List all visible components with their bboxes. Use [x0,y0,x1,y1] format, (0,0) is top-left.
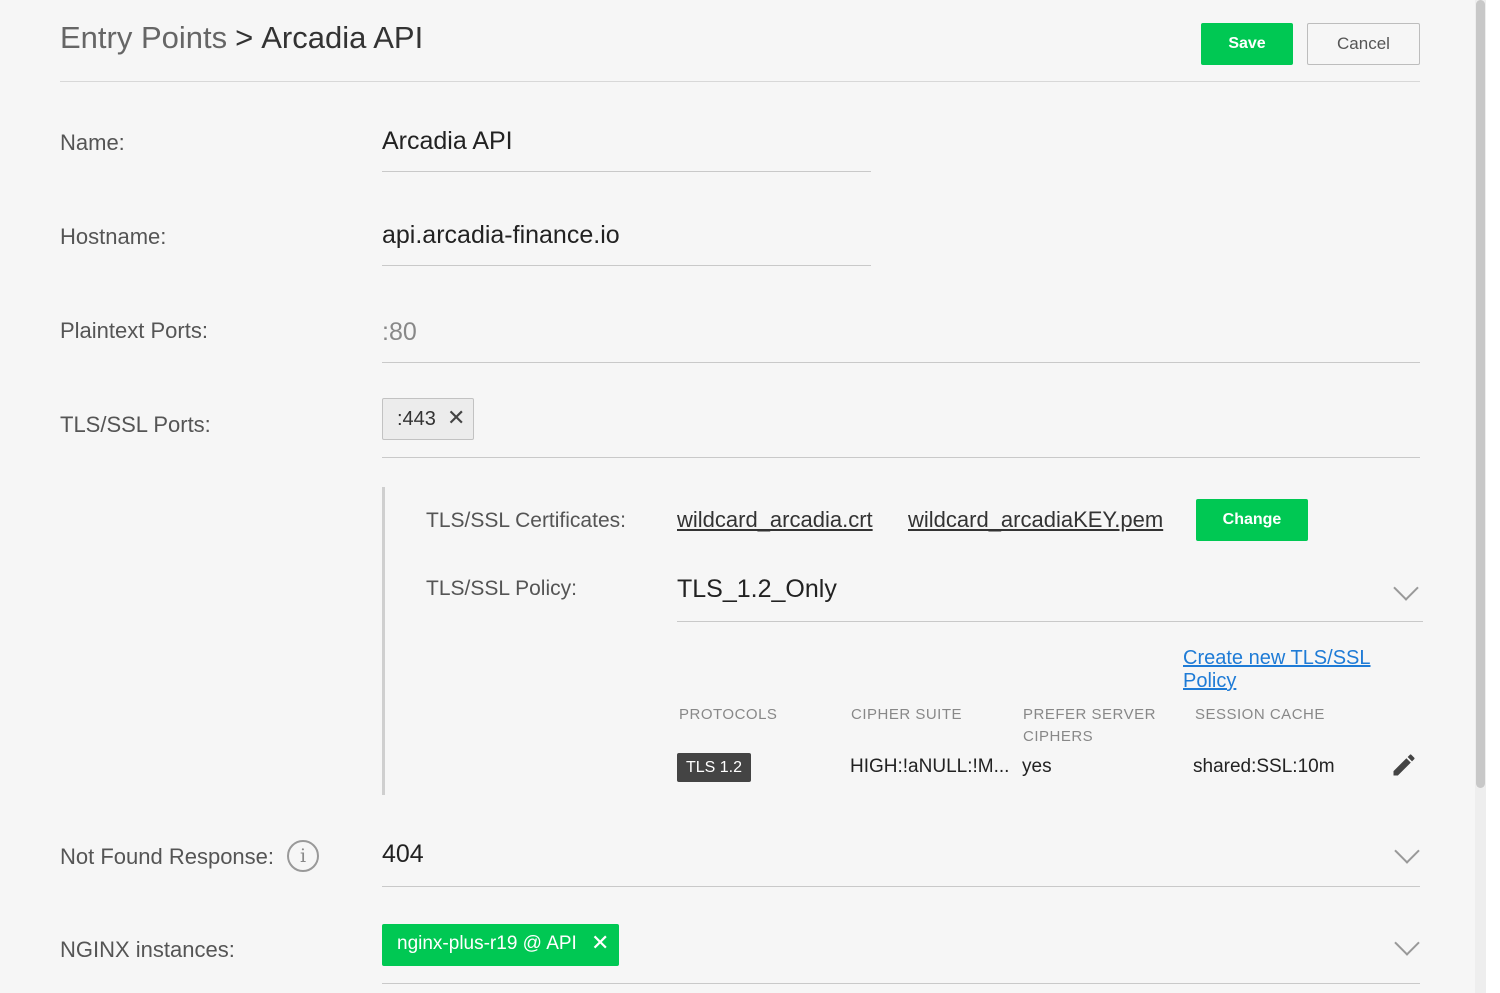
chevron-down-icon[interactable] [1393,575,1419,601]
prefer-server-ciphers-value: yes [1022,756,1052,777]
tls-certificates-label: TLS/SSL Certificates: [426,509,626,532]
column-header-prefer-server-ciphers: PREFER SERVER CIPHERS [1023,706,1156,745]
port-chip-label: :443 [397,408,436,430]
tls-policy-value[interactable]: TLS_1.2_Only [677,575,837,604]
breadcrumb-separator: > [235,20,254,55]
protocol-badge: TLS 1.2 [677,753,751,782]
tls-policy-select[interactable]: TLS_1.2_Only [677,569,1423,622]
nginx-instance-label: nginx-plus-r19 @ API [397,933,577,954]
not-found-response-label: Not Found Response: [60,844,275,869]
close-icon[interactable]: ✕ [447,405,465,431]
column-header-protocols: PROTOCOLS [679,706,778,723]
scrollbar[interactable] [1475,0,1486,993]
tls-settings-panel: TLS/SSL Certificates: wildcard_arcadia.c… [382,487,1423,795]
cancel-button[interactable]: Cancel [1307,23,1420,65]
pencil-icon[interactable] [1390,751,1418,779]
nginx-instance-chip: nginx-plus-r19 @ API ✕ [382,924,619,966]
nginx-instances-label: NGINX instances: [60,937,235,962]
chevron-down-icon[interactable] [1394,838,1420,864]
key-file-link[interactable]: wildcard_arcadiaKEY.pem [908,507,1163,533]
plaintext-ports-placeholder[interactable]: :80 [382,318,417,347]
cipher-suite-value: HIGH:!aNULL:!M... [850,756,1010,777]
name-field[interactable]: Arcadia API [382,118,871,172]
hostname-label: Hostname: [60,224,167,249]
column-header-cipher-suite: CIPHER SUITE [851,706,963,723]
create-tls-policy-link[interactable]: Create new TLS/SSL Policy [1183,647,1420,693]
tls-ports-label: TLS/SSL Ports: [60,412,211,437]
hostname-field[interactable]: api.arcadia-finance.io [382,212,871,266]
window-edge [1486,0,1500,993]
not-found-response-value[interactable]: 404 [382,840,424,869]
session-cache-value: shared:SSL:10m [1193,756,1335,777]
breadcrumb-current: Arcadia API [261,20,424,55]
close-icon[interactable]: ✕ [591,930,609,956]
plaintext-ports-field[interactable]: :80 [382,306,1420,363]
hostname-value[interactable]: api.arcadia-finance.io [382,221,620,250]
name-value[interactable]: Arcadia API [382,127,513,156]
info-icon[interactable]: i [287,840,319,872]
certificate-file-link[interactable]: wildcard_arcadia.crt [677,507,873,533]
scrollbar-thumb[interactable] [1476,0,1485,788]
name-label: Name: [60,130,125,155]
not-found-response-select[interactable]: 404 [382,830,1420,887]
tls-ports-field[interactable]: :443 ✕ [382,398,1420,458]
breadcrumb-parent[interactable]: Entry Points [60,20,227,55]
page-header: Entry Points > Arcadia API Save Cancel [60,0,1420,82]
column-header-session-cache: SESSION CACHE [1195,706,1325,723]
change-certificate-button[interactable]: Change [1196,499,1308,541]
plaintext-ports-label: Plaintext Ports: [60,318,208,343]
chevron-down-icon[interactable] [1394,930,1420,956]
save-button[interactable]: Save [1201,23,1293,65]
port-chip-443: :443 ✕ [382,398,474,440]
tls-policy-label: TLS/SSL Policy: [426,577,577,600]
page-title: Entry Points > Arcadia API [60,20,423,56]
